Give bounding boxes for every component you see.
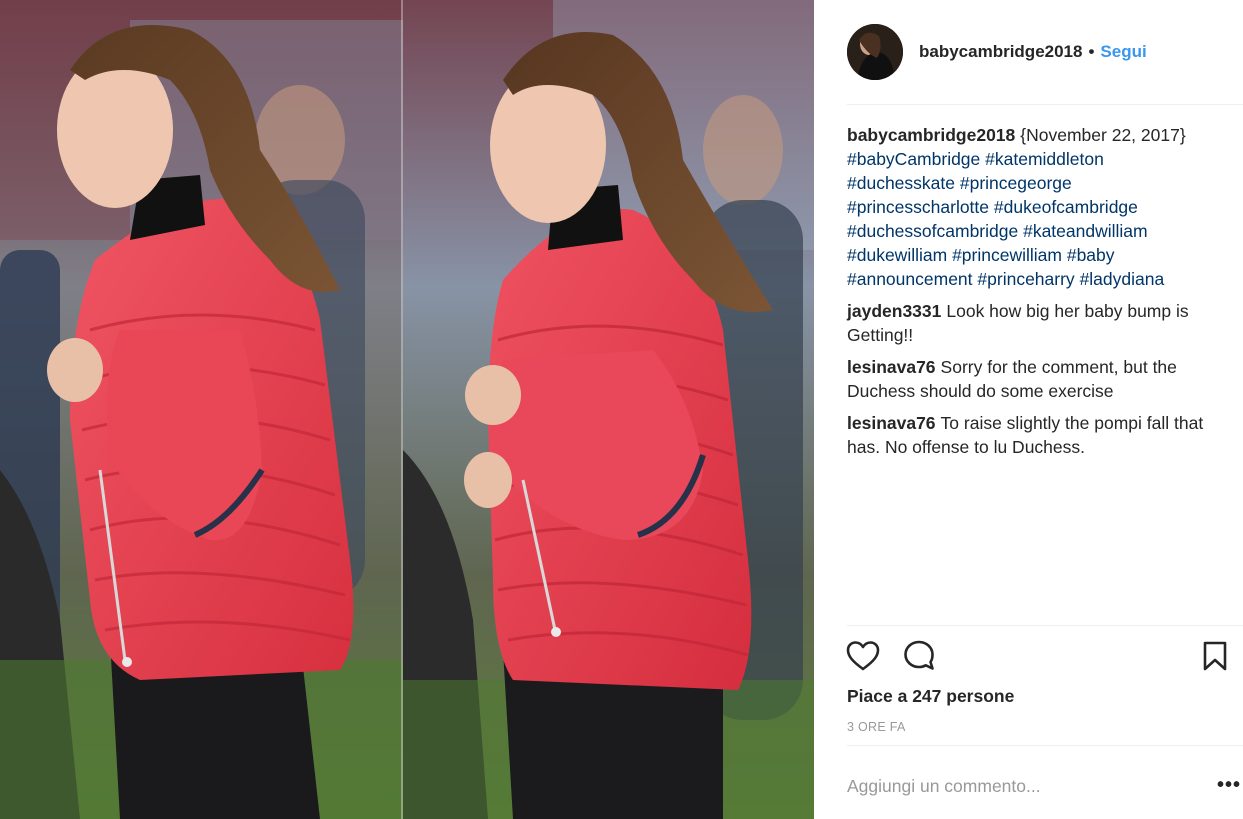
post-header: babycambridge2018 • Segui — [847, 24, 1243, 80]
heart-icon — [846, 641, 880, 671]
hashtag[interactable]: #princeharry — [977, 269, 1074, 289]
comment-item: jayden3331 Look how big her baby bump is … — [847, 299, 1237, 347]
post-sidebar: babycambridge2018 • Segui babycambridge2… — [814, 0, 1243, 819]
follow-button[interactable]: Segui — [1100, 42, 1146, 62]
comment-item: lesinava76 To raise slightly the pompi fa… — [847, 411, 1237, 459]
hashtag[interactable]: #duchessofcambridge — [847, 221, 1018, 241]
bookmark-icon — [1203, 641, 1227, 671]
header-separator-dot: • — [1088, 42, 1095, 61]
comment-author[interactable]: jayden3331 — [847, 301, 941, 321]
add-comment-input[interactable] — [847, 772, 1187, 800]
more-options-icon[interactable]: ••• — [1217, 775, 1241, 795]
comment-button[interactable] — [901, 638, 937, 674]
hashtag[interactable]: #baby — [1067, 245, 1115, 265]
photo-left-illustration — [0, 0, 403, 819]
comments-list: babycambridge2018 {November 22, 2017} #ba… — [847, 123, 1237, 467]
caption-text: {November 22, 2017} — [1020, 125, 1186, 145]
photo-frame-left — [0, 0, 403, 819]
action-bar — [845, 638, 1227, 676]
header-divider — [847, 104, 1243, 105]
actions-divider — [847, 625, 1243, 626]
hashtag[interactable]: #babyCambridge — [847, 149, 980, 169]
hashtag[interactable]: #katemiddleton — [985, 149, 1104, 169]
hashtag[interactable]: #princesscharlotte — [847, 197, 989, 217]
avatar-image — [847, 24, 903, 80]
caption: babycambridge2018 {November 22, 2017} #ba… — [847, 123, 1237, 291]
hashtag[interactable]: #dukeofcambridge — [994, 197, 1138, 217]
comment-author[interactable]: lesinava76 — [847, 413, 936, 433]
comment-input-divider — [847, 745, 1243, 746]
comment-item: lesinava76 Sorry for the comment, but the… — [847, 355, 1237, 403]
hashtag[interactable]: #announcement — [847, 269, 973, 289]
post-author-username[interactable]: babycambridge2018 — [919, 42, 1082, 62]
hashtag[interactable]: #princewilliam — [952, 245, 1062, 265]
caption-author[interactable]: babycambridge2018 — [847, 125, 1015, 145]
avatar[interactable] — [847, 24, 903, 80]
hashtag[interactable]: #princegeorge — [960, 173, 1072, 193]
hashtag[interactable]: #dukewilliam — [847, 245, 947, 265]
post-timestamp[interactable]: 3 ORE FA — [847, 720, 906, 734]
like-button[interactable] — [845, 638, 881, 674]
hashtag[interactable]: #ladydiana — [1080, 269, 1165, 289]
hashtag[interactable]: #duchesskate — [847, 173, 955, 193]
comment-author[interactable]: lesinava76 — [847, 357, 936, 377]
photo-right-illustration — [403, 0, 814, 819]
comment-bubble-icon — [904, 640, 934, 670]
photo-frame-right — [403, 0, 814, 819]
post-photo[interactable] — [0, 0, 814, 819]
hashtag[interactable]: #kateandwilliam — [1023, 221, 1148, 241]
save-button[interactable] — [1197, 638, 1233, 674]
likes-count[interactable]: Piace a 247 persone — [847, 686, 1014, 707]
